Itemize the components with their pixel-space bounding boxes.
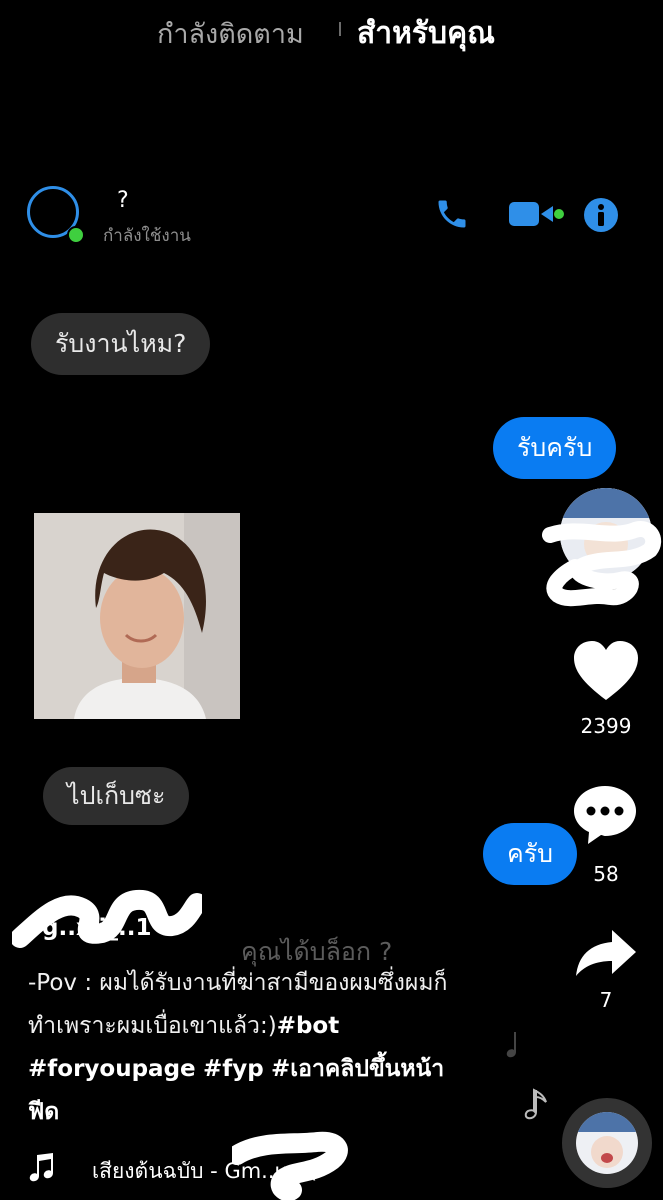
heart-icon[interactable] [572,640,640,702]
tab-for-you[interactable]: สำหรับคุณ [357,10,495,57]
tab-divider [339,22,341,36]
top-tabs: กำลังติดตาม สำหรับคุณ [0,0,663,60]
tab-following[interactable]: กำลังติดตาม [157,12,304,55]
music-note-icon [29,1153,53,1182]
online-indicator [67,226,85,244]
incoming-message: ไปเก็บซะ [43,767,190,825]
scribble-overlay [542,521,662,607]
outgoing-message: ครับ [483,823,578,885]
caption-text: -Pov : ผมได้รับงานที่ฆ่าสามีของผมซึ่งผมก… [28,970,448,1039]
shared-photo[interactable] [34,513,240,719]
share-icon[interactable] [574,928,638,978]
music-note-icon [506,1032,516,1058]
scribble-overlay [232,1131,348,1200]
phone-icon[interactable] [434,196,470,232]
outgoing-message: รับครับ [493,417,617,479]
comment-count: 58 [593,862,619,886]
video-camera-icon[interactable] [507,198,565,230]
like-count: 2399 [580,714,632,738]
info-icon[interactable] [583,197,619,233]
share-count: 7 [599,988,613,1012]
post-caption: -Pov : ผมได้รับงานที่ฆ่าสามีของผมซึ่งผมก… [28,962,468,1134]
hashtag[interactable]: #foryoupage [28,1056,196,1082]
hashtag[interactable]: #fyp [203,1056,264,1082]
contact-name: ? [117,188,129,213]
hashtag[interactable]: #bot [277,1013,340,1039]
music-disc[interactable] [562,1098,652,1188]
contact-status: กำลังใช้งาน [103,226,191,246]
comment-icon[interactable] [572,784,638,846]
incoming-message: รับงานไหม? [31,313,211,375]
music-note-icon [524,1088,547,1120]
scribble-overlay [12,890,202,948]
